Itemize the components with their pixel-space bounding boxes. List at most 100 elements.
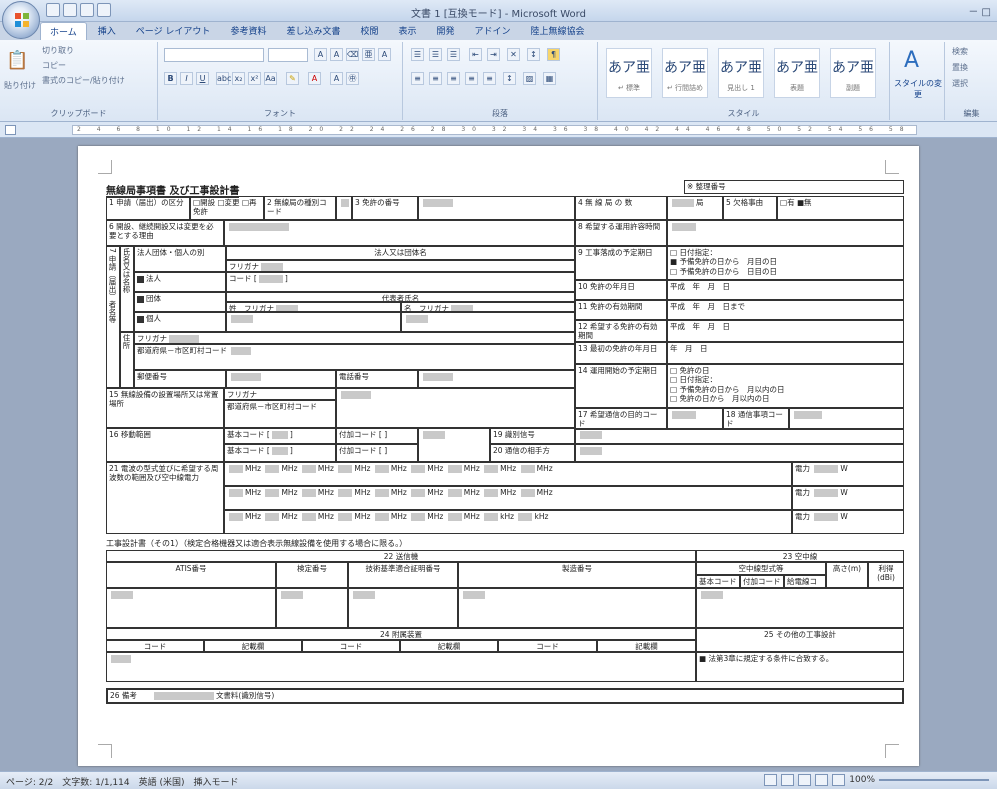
window-controls[interactable]: － □ bbox=[968, 3, 991, 18]
r1-5-options[interactable]: □有 ■無 bbox=[777, 196, 904, 220]
freq-slot-2-1[interactable] bbox=[265, 513, 280, 521]
r14-options[interactable]: □ 免許の日 □ 日付指定： □ 予備免許の日から 月以内の日 □ 免許の日から 月以… bbox=[667, 364, 904, 408]
freq-slot-0-7[interactable] bbox=[484, 465, 499, 473]
r21-freq-2[interactable]: MHz MHz MHz MHz MHz MHz MHz MHz MHz bbox=[224, 486, 792, 510]
freq-slot-0-2[interactable] bbox=[301, 465, 316, 473]
freq-slot-0-5[interactable] bbox=[411, 465, 426, 473]
r21-power-2[interactable]: 電力 W bbox=[792, 486, 904, 510]
bold-button[interactable]: B bbox=[164, 72, 177, 85]
tab-9[interactable]: 陸上無線協会 bbox=[522, 22, 594, 40]
r14-option-2[interactable]: □ 予備免許の日から 月以内の日 bbox=[670, 385, 901, 394]
r10-value[interactable]: 平成 年 月 日 bbox=[667, 280, 904, 300]
r26-row[interactable]: 26 備考 文書料(識別信号) bbox=[106, 688, 904, 704]
style-2[interactable]: あア亜 見出し 1 bbox=[718, 48, 764, 98]
change-styles-button[interactable]: スタイルの変更 bbox=[894, 78, 942, 100]
zoom-slider[interactable] bbox=[879, 779, 989, 781]
format-painter-button[interactable]: 書式のコピー/貼り付け bbox=[42, 75, 125, 86]
freq-slot-1-0[interactable] bbox=[229, 489, 243, 497]
text-direction-button[interactable]: ✕ bbox=[507, 48, 520, 61]
mfg-value[interactable] bbox=[458, 588, 696, 628]
s25-value[interactable]: ■ 法第3章に規定する条件に合致する。 bbox=[696, 652, 904, 682]
freq-slot-1-8[interactable] bbox=[520, 489, 535, 497]
web-layout-icon[interactable] bbox=[798, 774, 812, 786]
replace-button[interactable]: 置換 bbox=[952, 62, 968, 73]
r15-value[interactable] bbox=[336, 388, 575, 428]
font-size-select[interactable] bbox=[268, 48, 308, 62]
outline-icon[interactable] bbox=[815, 774, 829, 786]
subscript-button[interactable]: x₂ bbox=[232, 72, 245, 85]
style-0[interactable]: あア亜 ↵ 標準 bbox=[606, 48, 652, 98]
tab-8[interactable]: アドイン bbox=[466, 22, 520, 40]
tab-3[interactable]: 参考資料 bbox=[221, 22, 275, 40]
freq-slot-1-3[interactable] bbox=[338, 489, 353, 497]
tab-selector[interactable] bbox=[5, 125, 16, 135]
freq-slot-2-4[interactable] bbox=[374, 513, 389, 521]
char-border-button[interactable]: A bbox=[378, 48, 391, 61]
postal-value[interactable] bbox=[226, 370, 336, 388]
paste-button[interactable]: 貼り付け bbox=[4, 80, 36, 91]
shading-button[interactable]: ▨ bbox=[523, 72, 536, 85]
freq-slot-2-3[interactable] bbox=[338, 513, 353, 521]
opt-group[interactable]: 団体 bbox=[134, 292, 226, 312]
corp-code[interactable]: コード [] bbox=[226, 272, 575, 292]
r12-value[interactable]: 平成 年 月 日 bbox=[667, 320, 904, 342]
decrease-indent-button[interactable]: ⇤ bbox=[469, 48, 482, 61]
kentei-value[interactable] bbox=[276, 588, 348, 628]
borders-button[interactable]: ▦ bbox=[543, 72, 556, 85]
r16-basic-2[interactable]: 基本コード [] bbox=[224, 444, 336, 462]
font-name-select[interactable] bbox=[164, 48, 264, 62]
align-center-button[interactable]: ≡ bbox=[429, 72, 442, 85]
r14-option-0[interactable]: □ 免許の日 bbox=[670, 366, 901, 375]
increase-indent-button[interactable]: ⇥ bbox=[487, 48, 500, 61]
align-right-button[interactable]: ≡ bbox=[447, 72, 460, 85]
r9-options[interactable]: □ 日付指定： ■ 予備免許の日から 月目の日 □ 予備免許の日から 日目の日 bbox=[667, 246, 904, 280]
grow-font-button[interactable]: A bbox=[314, 48, 327, 61]
opt-corp[interactable]: 法人 bbox=[134, 272, 226, 292]
r1-2-value[interactable] bbox=[336, 196, 352, 220]
freq-slot-1-7[interactable] bbox=[484, 489, 499, 497]
freq-slot-0-1[interactable] bbox=[265, 465, 280, 473]
r8-value[interactable] bbox=[667, 220, 904, 246]
freq-slot-2-2[interactable] bbox=[301, 513, 316, 521]
freq-slot-2-0[interactable] bbox=[229, 513, 243, 521]
shrink-font-button[interactable]: A bbox=[330, 48, 343, 61]
s24-values[interactable] bbox=[106, 652, 696, 682]
tab-5[interactable]: 校閲 bbox=[351, 22, 387, 40]
freq-slot-0-0[interactable] bbox=[229, 465, 243, 473]
highlight-button[interactable]: ✎ bbox=[286, 72, 299, 85]
freq-slot-1-2[interactable] bbox=[301, 489, 316, 497]
freq-slot-1-4[interactable] bbox=[374, 489, 389, 497]
font-color-button[interactable]: A bbox=[308, 72, 321, 85]
phonetic-guide-button[interactable]: 亜 bbox=[362, 48, 375, 61]
addr-furigana[interactable]: フリガナ bbox=[134, 332, 575, 344]
tab-0[interactable]: ホーム bbox=[40, 22, 87, 40]
r1-4-value[interactable]: 局 bbox=[667, 196, 723, 220]
show-marks-button[interactable]: ¶ bbox=[547, 48, 560, 61]
r9-option-0[interactable]: □ 日付指定： bbox=[670, 248, 901, 257]
rep-given[interactable]: 名 フリガナ bbox=[401, 302, 575, 312]
freq-slot-0-6[interactable] bbox=[447, 465, 462, 473]
r19-value[interactable] bbox=[575, 428, 904, 444]
freq-slot-0-3[interactable] bbox=[338, 465, 353, 473]
freq-slot-0-4[interactable] bbox=[374, 465, 389, 473]
style-4[interactable]: あア亜 副題 bbox=[830, 48, 876, 98]
r21-power-3[interactable]: 電力 W bbox=[792, 510, 904, 534]
addr-pref[interactable]: 都道府県－市区町村コード bbox=[134, 344, 575, 370]
r9-option-2[interactable]: □ 予備免許の日から 日目の日 bbox=[670, 267, 901, 276]
strikethrough-button[interactable]: abc bbox=[216, 72, 231, 85]
r16-value[interactable] bbox=[418, 428, 490, 462]
tab-4[interactable]: 差し込み文書 bbox=[277, 22, 349, 40]
r21-power-1[interactable]: 電力 W bbox=[792, 462, 904, 486]
align-left-button[interactable]: ≡ bbox=[411, 72, 424, 85]
person-surname[interactable] bbox=[226, 312, 401, 332]
copy-button[interactable]: コピー bbox=[42, 60, 66, 71]
tab-1[interactable]: 挿入 bbox=[89, 22, 125, 40]
phone-value[interactable] bbox=[418, 370, 575, 388]
freq-slot-2-8[interactable] bbox=[518, 513, 533, 521]
freq-slot-1-5[interactable] bbox=[411, 489, 426, 497]
office-button[interactable] bbox=[2, 1, 40, 39]
person-given[interactable] bbox=[401, 312, 575, 332]
r13-value[interactable]: 年 月 日 bbox=[667, 342, 904, 364]
superscript-button[interactable]: x² bbox=[248, 72, 261, 85]
atis-value[interactable] bbox=[106, 588, 276, 628]
